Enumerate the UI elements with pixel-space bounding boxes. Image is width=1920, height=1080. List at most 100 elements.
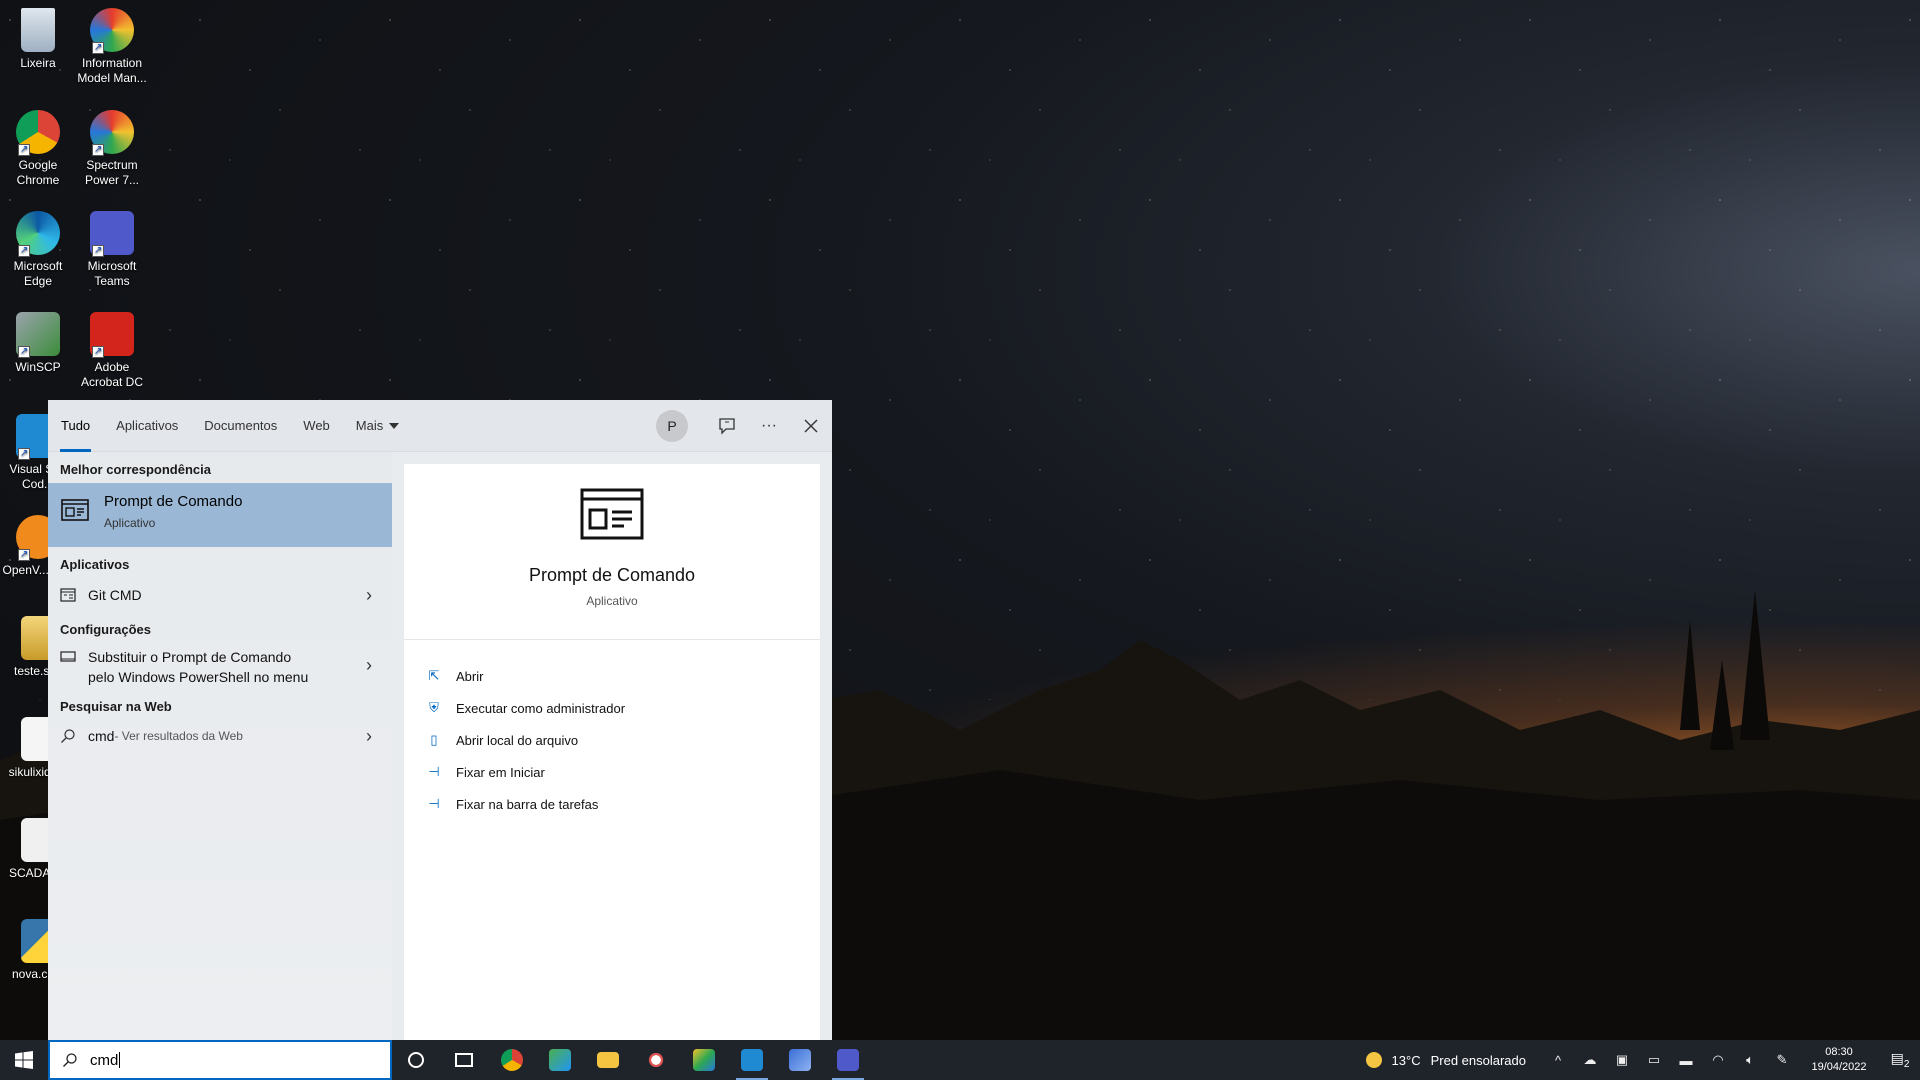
taskbar-remote-desktop[interactable] <box>536 1040 584 1080</box>
preview-app-type: Aplicativo <box>586 594 638 608</box>
close-button[interactable] <box>790 405 832 447</box>
taskbar-snipping-tool[interactable] <box>632 1040 680 1080</box>
windows-logo-icon <box>15 1051 33 1069</box>
desktop-icon-winscp[interactable]: WinSCP <box>0 306 76 375</box>
file-location-icon: ▯ <box>430 732 438 747</box>
caret-down-icon <box>389 422 400 429</box>
avatar[interactable]: P <box>656 410 688 442</box>
tab-mais[interactable]: Mais <box>343 400 412 452</box>
system-tray: 13°C Pred ensolarado ^ ☁ ▣ ▭ ▬ ◠ 🔈︎ ✎ 08… <box>1365 1040 1920 1080</box>
list-item-git-cmd[interactable]: Git CMD › <box>48 578 392 612</box>
section-header-settings: Configurações <box>60 622 152 637</box>
tab-web[interactable]: Web <box>290 400 343 452</box>
close-icon <box>804 419 818 433</box>
chevron-right-icon: › <box>366 725 372 746</box>
search-query: cmd <box>90 1051 119 1069</box>
command-prompt-icon <box>61 499 89 521</box>
volume-icon[interactable]: 🔈︎ <box>1734 1052 1766 1068</box>
taskbar-cortana[interactable] <box>392 1040 440 1080</box>
taskbar-paint[interactable] <box>680 1040 728 1080</box>
action-open-file-location[interactable]: ▯ Abrir local do arquivo <box>404 724 820 756</box>
notification-count: 2 <box>1903 1058 1910 1070</box>
network-app-icon <box>789 1049 811 1071</box>
notification-icon: ▤ <box>1890 1050 1904 1067</box>
temperature: 13°C <box>1391 1052 1421 1068</box>
vscode-icon <box>741 1049 763 1071</box>
teams-icon <box>90 211 134 258</box>
action-open[interactable]: ⇱ Abrir <box>404 660 820 692</box>
taskbar-file-explorer[interactable] <box>584 1040 632 1080</box>
winscp-icon <box>16 312 60 359</box>
more-options-button[interactable]: ··· <box>748 405 790 447</box>
taskbar-task-view[interactable] <box>440 1040 488 1080</box>
windows-search-panel: Tudo Aplicativos Documentos Web Mais P ·… <box>48 400 832 1040</box>
chevron-up-icon[interactable]: ^ <box>1542 1053 1574 1068</box>
clock-time: 08:30 <box>1825 1046 1853 1058</box>
pin-icon: ⊣ <box>428 764 440 779</box>
chrome-icon <box>501 1049 523 1071</box>
spectrum-7-icon <box>90 110 134 157</box>
shield-icon: ⛨ <box>429 700 439 715</box>
onedrive-icon[interactable]: ☁ <box>1574 1052 1606 1068</box>
spectrum-7-icon <box>90 8 134 55</box>
preview-pane: Prompt de Comando Aplicativo ⇱ Abrir ⛨ Exe… <box>404 464 820 1040</box>
search-icon <box>63 1053 77 1067</box>
display-icon[interactable]: ▭ <box>1638 1052 1670 1068</box>
remote-desktop-icon <box>549 1049 571 1071</box>
best-match-title: Prompt de Comando <box>104 493 243 510</box>
tab-documentos[interactable]: Documentos <box>191 400 290 452</box>
taskbar-chrome[interactable] <box>488 1040 536 1080</box>
taskbar-search-box[interactable]: cmd <box>48 1040 392 1080</box>
action-run-as-admin[interactable]: ⛨ Executar como administrador <box>404 692 820 724</box>
folder-icon <box>597 1052 619 1068</box>
meet-now-icon[interactable]: ▣ <box>1606 1052 1638 1068</box>
action-pin-to-start[interactable]: ⊣ Fixar em Iniciar <box>404 756 820 788</box>
action-pin-to-taskbar[interactable]: ⊣ Fixar na barra de tarefas <box>404 788 820 820</box>
edge-icon <box>16 211 60 258</box>
tab-tudo[interactable]: Tudo <box>48 400 103 452</box>
desktop-icon-teams[interactable]: Microsoft Teams <box>74 205 150 289</box>
best-match-item[interactable]: Prompt de Comando Aplicativo <box>48 483 392 547</box>
command-prompt-icon <box>60 588 76 602</box>
search-panel-header: Tudo Aplicativos Documentos Web Mais P ·… <box>48 400 832 452</box>
results-list: Melhor correspondência Prompt de Comando… <box>48 452 392 1040</box>
feedback-icon <box>719 418 735 435</box>
list-item-web-search[interactable]: cmd - Ver resultados da Web › <box>48 720 392 752</box>
chrome-icon <box>16 110 60 157</box>
taskbar-network-app[interactable] <box>776 1040 824 1080</box>
desktop-icon-chrome[interactable]: Google Chrome <box>0 104 76 188</box>
desktop-icon-spectrum-power[interactable]: Spectrum Power 7... <box>74 104 150 188</box>
task-view-icon <box>455 1053 473 1067</box>
pen-icon[interactable]: ✎ <box>1766 1052 1798 1068</box>
clock-date: 19/04/2022 <box>1811 1061 1867 1073</box>
weather-condition: Pred ensolarado <box>1430 1052 1526 1068</box>
best-match-type: Aplicativo <box>104 516 156 530</box>
app-preview: Prompt de Comando Aplicativo <box>404 464 820 640</box>
teams-icon <box>837 1049 859 1071</box>
command-prompt-icon <box>580 488 644 540</box>
desktop-icon-acrobat[interactable]: Adobe Acrobat DC <box>74 306 150 390</box>
notification-center-button[interactable]: ▤2 <box>1880 1050 1920 1070</box>
text-cursor <box>119 1052 121 1068</box>
weather-widget[interactable]: 13°C Pred ensolarado <box>1365 1052 1526 1068</box>
wifi-icon[interactable]: ◠ <box>1702 1052 1734 1068</box>
desktop-icon-edge[interactable]: Microsoft Edge <box>0 205 76 289</box>
taskbar-vscode[interactable] <box>728 1040 776 1080</box>
chevron-right-icon: › <box>366 655 372 675</box>
tab-aplicativos[interactable]: Aplicativos <box>103 400 191 452</box>
feedback-button[interactable] <box>706 405 748 447</box>
battery-icon[interactable]: ▬ <box>1670 1053 1702 1068</box>
taskbar-settings-icon <box>60 651 76 662</box>
paint-icon <box>693 1049 715 1071</box>
clock[interactable]: 08:30 19/04/2022 <box>1798 1045 1880 1075</box>
snipping-tool-icon <box>645 1049 667 1071</box>
desktop-icon-recycle-bin[interactable]: Lixeira <box>0 2 76 71</box>
recycle-bin-icon <box>21 8 55 52</box>
sun-icon <box>1365 1052 1382 1068</box>
preview-app-name: Prompt de Comando <box>528 565 696 585</box>
desktop-icon-information-model[interactable]: Information Model Man... <box>74 2 150 86</box>
taskbar-teams[interactable] <box>824 1040 872 1080</box>
search-icon <box>61 729 75 743</box>
list-item-powershell-setting[interactable]: Substituir o Prompt de Comando pelo Wind… <box>48 643 392 689</box>
start-button[interactable] <box>0 1040 48 1080</box>
